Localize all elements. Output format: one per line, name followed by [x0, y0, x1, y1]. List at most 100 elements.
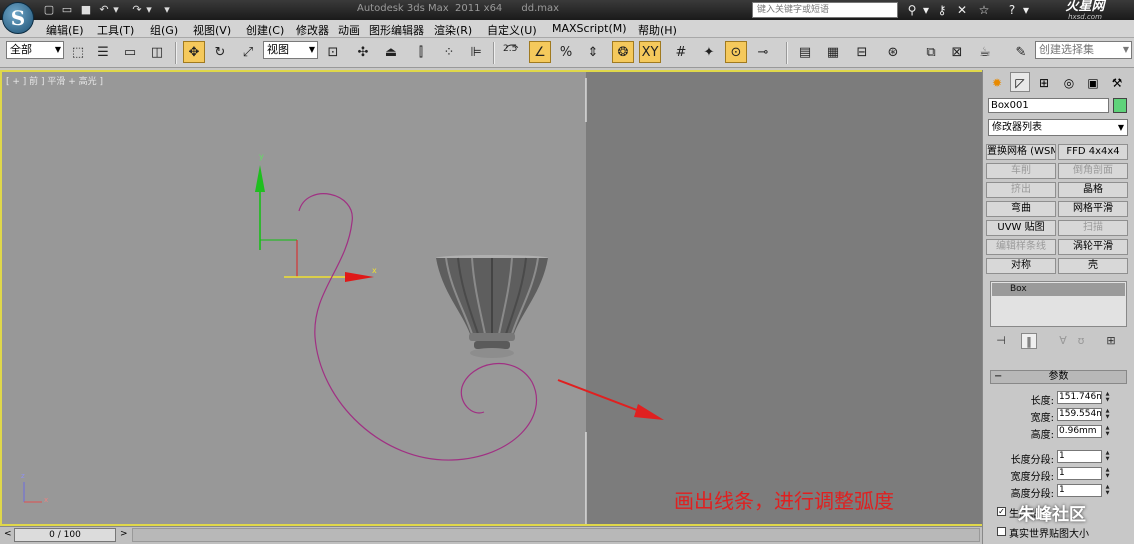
save-icon[interactable]: ■: [79, 3, 93, 16]
height-field[interactable]: 0.96mm: [1057, 425, 1102, 438]
select-and-scale-icon[interactable]: ⤢: [237, 41, 259, 63]
motion-tab-icon[interactable]: ◎: [1059, 72, 1079, 92]
window-crossing-icon[interactable]: ◫: [146, 41, 168, 63]
schematic-view-icon[interactable]: ⊟: [851, 41, 873, 63]
new-file-icon[interactable]: ▢: [42, 3, 56, 16]
modifier-button-lattice[interactable]: 晶格: [1058, 182, 1128, 198]
menu-edit[interactable]: 编辑(E): [46, 22, 84, 38]
menu-group[interactable]: 组(G): [150, 22, 178, 38]
transform-gizmo[interactable]: [255, 165, 374, 282]
create-tab-icon[interactable]: ✹: [987, 72, 1007, 92]
point-snap-icon[interactable]: ✦: [698, 41, 720, 63]
height-spinner-icon[interactable]: ▲ ▼: [1104, 425, 1111, 438]
align-icon[interactable]: ⊫: [465, 41, 487, 63]
time-prev-icon[interactable]: <: [4, 529, 12, 539]
modifier-button-shell[interactable]: 壳: [1058, 258, 1128, 274]
pivot-center-icon[interactable]: ⊡: [322, 41, 344, 63]
select-and-manipulate-icon[interactable]: ✣: [352, 41, 374, 63]
modifier-button-uvw-map[interactable]: UVW 贴图: [986, 220, 1056, 236]
width-spinner-icon[interactable]: ▲ ▼: [1104, 408, 1111, 421]
help-dropdown-icon[interactable]: ▾: [1018, 2, 1034, 18]
pin-stack-icon[interactable]: ⊣: [993, 333, 1009, 349]
grid-icon[interactable]: #: [670, 41, 692, 63]
spinner-snap-icon[interactable]: ⇕: [582, 41, 604, 63]
select-object-icon[interactable]: ⬚: [67, 41, 89, 63]
real-world-map-size-checkbox[interactable]: [997, 527, 1006, 536]
reference-coordinate-dropdown[interactable]: 视图 ▼: [263, 41, 318, 59]
menu-rendering[interactable]: 渲染(R): [434, 22, 472, 38]
open-file-icon[interactable]: ▭: [60, 3, 74, 16]
menu-customize[interactable]: 自定义(U): [487, 22, 537, 38]
length-segments-spinner-icon[interactable]: ▲ ▼: [1104, 450, 1111, 463]
named-selection-set-dropdown[interactable]: 创建选择集 ▼: [1035, 41, 1132, 59]
modifier-button-ffd[interactable]: FFD 4x4x4: [1058, 144, 1128, 160]
front-viewport[interactable]: [ + ] 前 ] 平滑 + 高光 ] y x z x 画出线条，进行调整弧度: [0, 70, 982, 526]
hierarchy-tab-icon[interactable]: ⊞: [1034, 72, 1054, 92]
menu-tools[interactable]: 工具(T): [97, 22, 134, 38]
modifier-button-extrude[interactable]: 挤出: [986, 182, 1056, 198]
array-icon[interactable]: ⁘: [438, 41, 460, 63]
length-field[interactable]: 151.746m: [1057, 391, 1102, 404]
lamp-shade-object[interactable]: [436, 255, 548, 358]
render-setup-icon[interactable]: ⧉: [920, 41, 942, 63]
parameters-rollout-header[interactable]: − 参数: [990, 370, 1127, 384]
edge-snap-icon[interactable]: ⊸: [752, 41, 774, 63]
stack-item-box[interactable]: Box: [992, 283, 1125, 296]
menu-modifiers[interactable]: 修改器: [296, 22, 329, 38]
menu-maxscript[interactable]: MAXScript(M): [552, 22, 627, 35]
keyboard-shortcut-override-icon[interactable]: ⏏: [380, 41, 402, 63]
modifier-button-lathe[interactable]: 车削: [986, 163, 1056, 179]
angle-snap-icon[interactable]: ∠: [529, 41, 551, 63]
modify-tab-icon[interactable]: ◸: [1010, 72, 1030, 92]
menu-graph-editors[interactable]: 图形编辑器: [369, 22, 424, 38]
height-segments-field[interactable]: 1: [1057, 484, 1102, 497]
selection-filter-dropdown[interactable]: 全部 ▼: [6, 41, 64, 59]
length-segments-field[interactable]: 1: [1057, 450, 1102, 463]
viewport-label[interactable]: [ + ] 前 ] 平滑 + 高光 ]: [6, 74, 103, 87]
width-segments-spinner-icon[interactable]: ▲ ▼: [1104, 467, 1111, 480]
generate-mapping-checkbox[interactable]: ✓: [997, 507, 1006, 516]
menu-animation[interactable]: 动画: [338, 22, 360, 38]
percent-snap-icon[interactable]: %: [555, 41, 577, 63]
tools-icon[interactable]: ✕: [954, 2, 970, 18]
menu-create[interactable]: 创建(C): [246, 22, 284, 38]
redo-dropdown-icon[interactable]: ▾: [142, 3, 156, 16]
object-name-field[interactable]: Box001: [988, 98, 1109, 113]
object-color-swatch[interactable]: [1113, 98, 1127, 113]
modifier-button-edit-spline[interactable]: 编辑样条线: [986, 239, 1056, 255]
modifier-button-sweep[interactable]: 扫描: [1058, 220, 1128, 236]
configure-modifier-sets-icon[interactable]: ⊞: [1103, 333, 1119, 349]
edit-named-selection-icon[interactable]: ❂: [612, 41, 634, 63]
render-production-icon[interactable]: ☕: [974, 41, 996, 63]
width-field[interactable]: 159.554m: [1057, 408, 1102, 421]
length-spinner-icon[interactable]: ▲ ▼: [1104, 391, 1111, 404]
menu-views[interactable]: 视图(V): [193, 22, 231, 38]
select-and-rotate-icon[interactable]: ↻: [209, 41, 231, 63]
modifier-list-dropdown[interactable]: 修改器列表 ▼: [988, 119, 1128, 136]
material-editor-icon[interactable]: ⊛: [882, 41, 904, 63]
modifier-button-bevel-profile[interactable]: 倒角剖面: [1058, 163, 1128, 179]
rectangular-selection-icon[interactable]: ▭: [119, 41, 141, 63]
undo-dropdown-icon[interactable]: ▾: [109, 3, 123, 16]
time-track[interactable]: [132, 528, 980, 542]
utilities-tab-icon[interactable]: ⚒: [1107, 72, 1127, 92]
remove-modifier-icon[interactable]: ʊ: [1073, 333, 1089, 349]
select-by-name-icon[interactable]: ☰: [92, 41, 114, 63]
modifier-button-meshsmooth[interactable]: 网格平滑: [1058, 201, 1128, 217]
snaps-toggle-icon[interactable]: 2.5 ⌒: [501, 41, 523, 63]
modifier-button-turbosmooth[interactable]: 涡轮平滑: [1058, 239, 1128, 255]
search-dropdown-icon[interactable]: ▾: [918, 2, 934, 18]
key-icon[interactable]: ⚷: [934, 2, 950, 18]
menu-help[interactable]: 帮助(H): [638, 22, 677, 38]
modifier-button-bend[interactable]: 弯曲: [986, 201, 1056, 217]
select-and-move-icon[interactable]: ✥: [183, 41, 205, 63]
modifier-button-displace-mesh[interactable]: 置换网格 (WSM): [986, 144, 1056, 160]
xy-constraint-icon[interactable]: XY: [639, 41, 661, 63]
layer-manager-icon[interactable]: ▤: [794, 41, 816, 63]
app-logo-button[interactable]: S: [2, 2, 34, 34]
height-segments-spinner-icon[interactable]: ▲ ▼: [1104, 484, 1111, 497]
curve-editor-icon[interactable]: ▦: [822, 41, 844, 63]
time-slider[interactable]: 0 / 100: [14, 528, 116, 542]
modifier-button-symmetry[interactable]: 对称: [986, 258, 1056, 274]
rendered-frame-window-icon[interactable]: ⊠: [946, 41, 968, 63]
